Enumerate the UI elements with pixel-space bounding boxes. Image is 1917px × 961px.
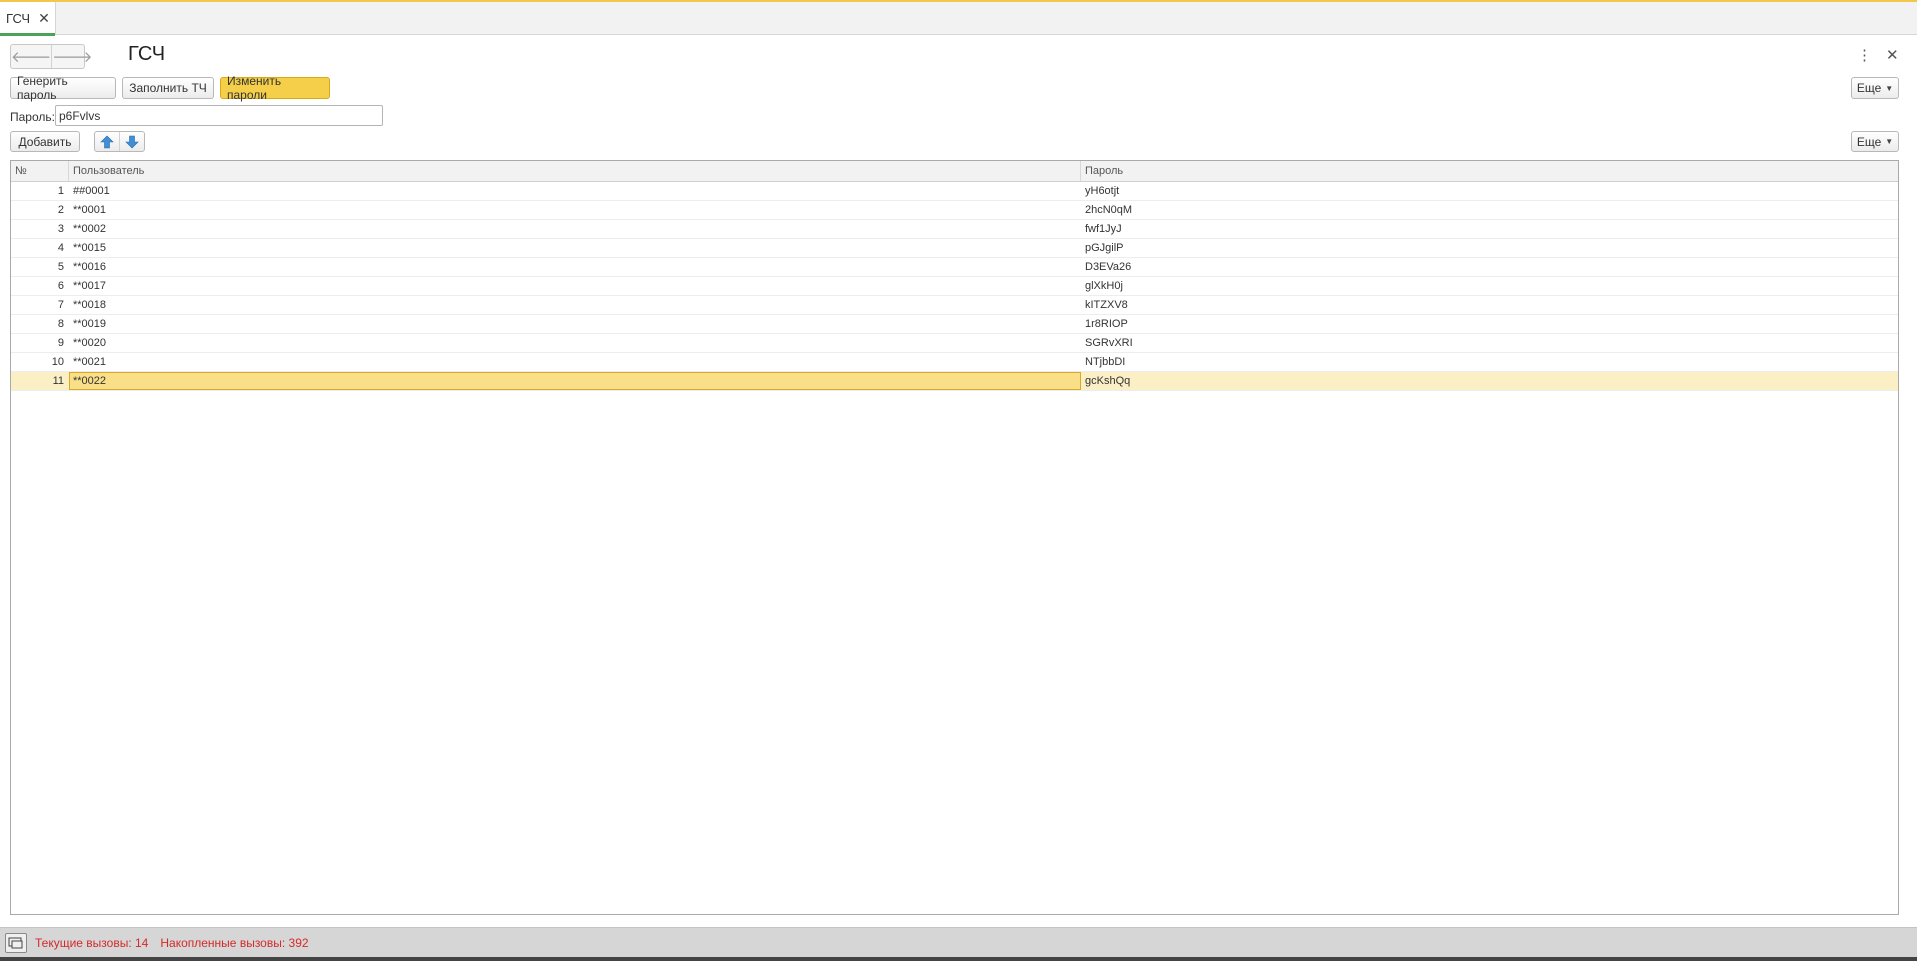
tab-bar: ГСЧ ✕ [0, 2, 1917, 36]
cell-password[interactable]: kITZXV8 [1081, 296, 1898, 314]
more-vertical-icon[interactable]: ⋮ [1857, 46, 1872, 66]
cell-user[interactable]: **0016 [69, 258, 1081, 276]
cell-password[interactable]: NTjbbDI [1081, 353, 1898, 371]
cell-number[interactable]: 5 [11, 258, 69, 276]
cell-password[interactable]: fwf1JyJ [1081, 220, 1898, 238]
change-passwords-button[interactable]: Изменить пароли [220, 74, 330, 102]
caret-down-icon: ▼ [1885, 137, 1894, 146]
cell-number[interactable]: 6 [11, 277, 69, 295]
table-row[interactable]: 3 **0002 fwf1JyJ [11, 220, 1898, 239]
form-header: 🡐 🡒 ГСЧ ⋮ ✕ [0, 36, 1917, 76]
table-row[interactable]: 5 **0016 D3EVa26 [11, 258, 1898, 277]
cell-user[interactable]: **0019 [69, 315, 1081, 333]
cell-password[interactable]: SGRvXRI [1081, 334, 1898, 352]
cell-number[interactable]: 4 [11, 239, 69, 257]
back-arrow-icon[interactable]: 🡐 [11, 45, 51, 68]
table-row[interactable]: 9 **0020 SGRvXRI [11, 334, 1898, 353]
cell-number[interactable]: 1 [11, 182, 69, 200]
cell-password[interactable]: yH6otjt [1081, 182, 1898, 200]
form-more-button[interactable]: Еще ▼ [1851, 77, 1899, 99]
cell-user[interactable]: **0018 [69, 296, 1081, 314]
table-more-button[interactable]: Еще ▼ [1851, 131, 1899, 152]
cell-user[interactable]: **0020 [69, 334, 1081, 352]
generate-password-button[interactable]: Генерить пароль [10, 74, 116, 102]
table-row[interactable]: 2 **0001 2hcN0qM [11, 201, 1898, 220]
move-buttons [94, 131, 145, 152]
move-down-icon[interactable] [119, 132, 144, 151]
cell-user[interactable]: **0022 [69, 372, 1081, 390]
cell-user[interactable]: ##0001 [69, 182, 1081, 200]
cell-password[interactable]: 1r8RIOP [1081, 315, 1898, 333]
table-row[interactable]: 11 **0022 gcKshQq [11, 372, 1898, 391]
fill-table-button[interactable]: Заполнить ТЧ [122, 77, 214, 99]
table-header: № Пользователь Пароль [11, 161, 1898, 182]
history-nav: 🡐 🡒 [10, 44, 92, 69]
current-calls: Текущие вызовы: 14 [35, 935, 149, 950]
accumulated-calls: Накопленные вызовы: 392 [160, 935, 309, 950]
password-field[interactable] [55, 105, 383, 126]
cell-password[interactable]: pGJgilP [1081, 239, 1898, 257]
cell-number[interactable]: 8 [11, 315, 69, 333]
caret-down-icon: ▼ [1885, 83, 1894, 93]
users-table[interactable]: № Пользователь Пароль 1 ##0001 yH6otjt 2 **0… [10, 160, 1899, 915]
forward-arrow-icon[interactable]: 🡒 [51, 45, 92, 68]
cell-user[interactable]: **0021 [69, 353, 1081, 371]
cell-number[interactable]: 10 [11, 353, 69, 371]
cell-number[interactable]: 3 [11, 220, 69, 238]
cell-user[interactable]: **0015 [69, 239, 1081, 257]
table-row[interactable]: 6 **0017 glXkH0j [11, 277, 1898, 296]
tab-close-icon[interactable]: ✕ [38, 10, 50, 27]
table-row[interactable]: 4 **0015 pGJgilP [11, 239, 1898, 258]
column-header-password[interactable]: Пароль [1081, 161, 1898, 181]
page-title: ГСЧ [128, 43, 166, 65]
table-row[interactable]: 10 **0021 NTjbbDI [11, 353, 1898, 372]
cell-password[interactable]: glXkH0j [1081, 277, 1898, 295]
table-more-label: Еще [1856, 134, 1882, 149]
bottom-edge [0, 957, 1917, 961]
column-header-user[interactable]: Пользователь [69, 161, 1081, 181]
column-header-number[interactable]: № [11, 161, 69, 181]
cell-number[interactable]: 11 [11, 372, 69, 390]
tab-label: ГСЧ [6, 11, 31, 26]
cell-password[interactable]: gcKshQq [1081, 372, 1898, 390]
add-row-button[interactable]: Добавить [10, 131, 80, 152]
status-bar: Текущие вызовы: 14 Накопленные вызовы: 3… [0, 927, 1917, 957]
cell-user[interactable]: **0017 [69, 277, 1081, 295]
move-up-icon[interactable] [95, 132, 119, 151]
cell-number[interactable]: 9 [11, 334, 69, 352]
cell-password[interactable]: 2hcN0qM [1081, 201, 1898, 219]
password-label: Пароль: [10, 110, 55, 124]
cell-number[interactable]: 7 [11, 296, 69, 314]
table-body: 1 ##0001 yH6otjt 2 **0001 2hcN0qM 3 **0002 fwf1J… [11, 182, 1898, 391]
table-row[interactable]: 8 **0019 1r8RIOP [11, 315, 1898, 334]
tab-gsch[interactable]: ГСЧ ✕ [0, 2, 56, 36]
close-form-icon[interactable]: ✕ [1886, 46, 1899, 66]
table-row[interactable]: 1 ##0001 yH6otjt [11, 182, 1898, 201]
table-row[interactable]: 7 **0018 kITZXV8 [11, 296, 1898, 315]
cell-number[interactable]: 2 [11, 201, 69, 219]
cell-user[interactable]: **0002 [69, 220, 1081, 238]
cell-user[interactable]: **0001 [69, 201, 1081, 219]
performance-monitor-icon[interactable] [5, 932, 27, 953]
form-more-label: Еще [1856, 81, 1882, 95]
cell-password[interactable]: D3EVa26 [1081, 258, 1898, 276]
